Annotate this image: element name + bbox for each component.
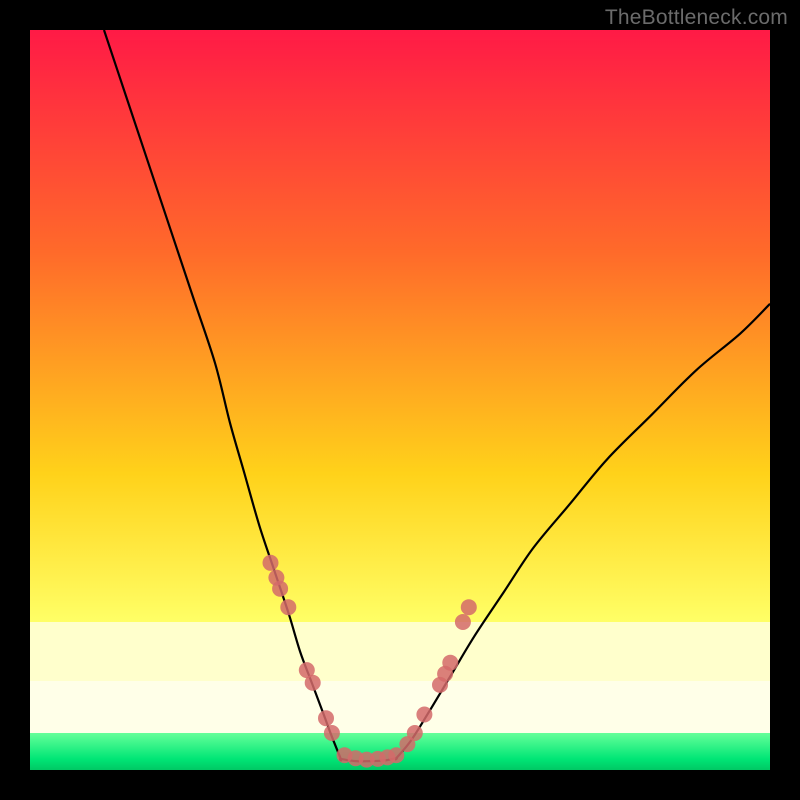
bottleneck-curve (104, 30, 770, 761)
watermark-text: TheBottleneck.com (605, 6, 788, 30)
chart-stage: TheBottleneck.com (0, 0, 800, 800)
curve-marker-dot (442, 655, 458, 671)
bottleneck-curve-layer (30, 30, 770, 770)
curve-marker-dot (461, 599, 477, 615)
curve-marker-dot (318, 710, 334, 726)
curve-marker-dot (305, 675, 321, 691)
curve-marker-dot (455, 614, 471, 630)
curve-marker-dot (263, 555, 279, 571)
plot-area (30, 30, 770, 770)
curve-marker-dot (407, 725, 423, 741)
curve-marker-dot (324, 725, 340, 741)
curve-markers (263, 555, 477, 768)
curve-marker-dot (272, 581, 288, 597)
curve-marker-dot (280, 599, 296, 615)
curve-marker-dot (416, 707, 432, 723)
